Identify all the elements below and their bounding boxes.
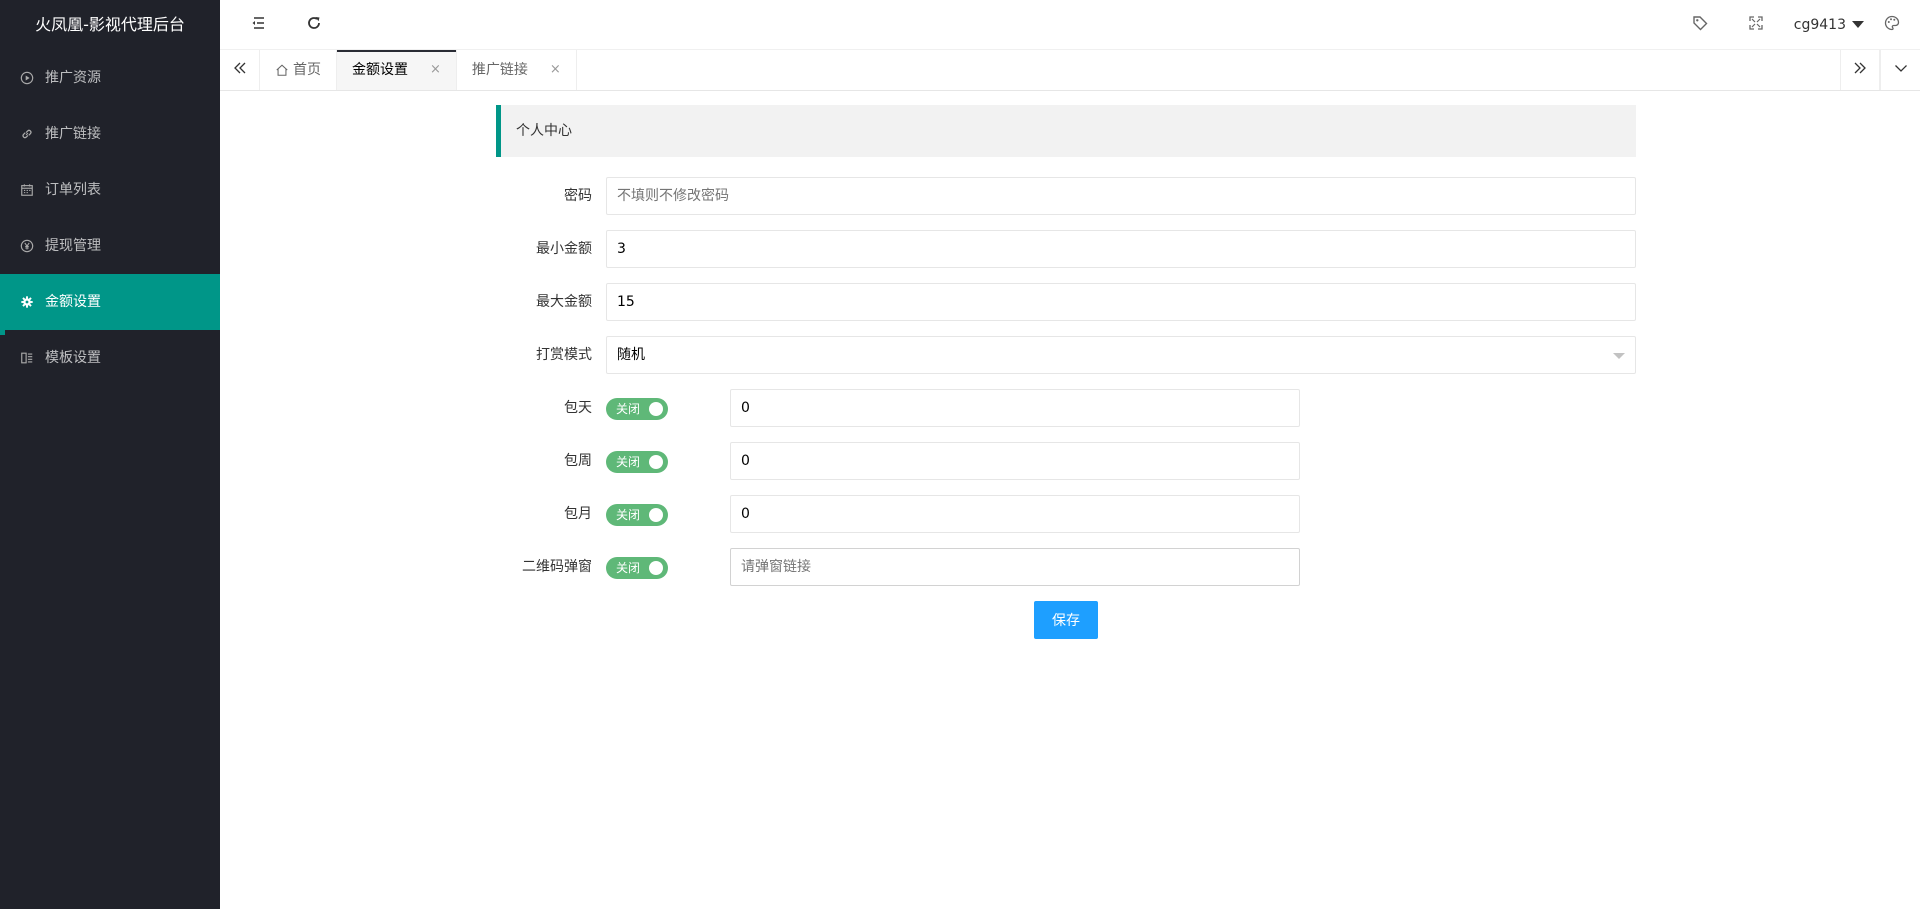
form-row-qr-popup: 二维码弹窗 关闭 xyxy=(496,548,1636,586)
double-chevron-left-icon xyxy=(232,60,248,80)
sidebar-active-indicator xyxy=(0,328,5,335)
min-amount-label: 最小金额 xyxy=(536,241,592,257)
switch-text: 关闭 xyxy=(616,455,641,469)
tabs-scroll-right-button[interactable] xyxy=(1840,50,1880,90)
switch-knob xyxy=(649,561,663,575)
tab-home[interactable]: 首页 xyxy=(260,50,337,90)
sidebar-item-label: 提现管理 xyxy=(45,238,101,254)
username: cg9413 xyxy=(1793,17,1846,33)
sidebar: 火凤凰-影视代理后台 推广资源 推广链接 订单列表 提现管理 金额设置 模板设置 xyxy=(0,0,220,909)
weekly-switch[interactable]: 关闭 xyxy=(606,451,668,473)
sidebar-item-template-settings[interactable]: 模板设置 xyxy=(0,330,220,386)
reward-mode-select[interactable]: 随机 xyxy=(606,336,1636,374)
sidebar-item-promo-links[interactable]: 推广链接 xyxy=(0,106,220,162)
tabs-scroll-left-button[interactable] xyxy=(220,50,260,90)
collapse-sidebar-button[interactable] xyxy=(230,0,286,50)
caret-down-icon xyxy=(1852,21,1864,28)
tag-icon xyxy=(1691,14,1709,36)
form-row-monthly: 包月 关闭 xyxy=(496,495,1636,533)
reward-mode-label: 打赏模式 xyxy=(536,347,592,363)
refresh-icon xyxy=(305,14,323,36)
save-button[interactable]: 保存 xyxy=(1034,601,1098,639)
close-icon[interactable]: × xyxy=(430,50,441,90)
sidebar-item-amount-settings[interactable]: 金额设置 xyxy=(0,274,220,330)
page-tabs: 首页 金额设置 × 推广链接 × xyxy=(260,50,577,90)
user-menu[interactable]: cg9413 xyxy=(1794,0,1864,50)
daily-label: 包天 xyxy=(564,400,592,416)
refresh-button[interactable] xyxy=(286,0,342,50)
daily-switch[interactable]: 关闭 xyxy=(606,398,668,420)
switch-knob xyxy=(649,455,663,469)
chevron-down-icon xyxy=(1893,60,1909,80)
qr-popup-label: 二维码弹窗 xyxy=(522,559,592,575)
fullscreen-icon xyxy=(1747,14,1765,36)
daily-price-input[interactable] xyxy=(730,389,1300,427)
tag-button[interactable] xyxy=(1672,0,1728,50)
tab-promo-links[interactable]: 推广链接 × xyxy=(457,50,577,90)
max-amount-label: 最大金额 xyxy=(536,294,592,310)
switch-text: 关闭 xyxy=(616,508,641,522)
fullscreen-button[interactable] xyxy=(1728,0,1784,50)
switch-text: 关闭 xyxy=(616,402,641,416)
template-icon xyxy=(20,351,34,365)
play-circle-icon xyxy=(20,71,34,85)
panel-title: 个人中心 xyxy=(496,105,1636,157)
yen-icon xyxy=(20,239,34,253)
password-label: 密码 xyxy=(564,188,592,204)
page-tabs-bar: 首页 金额设置 × 推广链接 × xyxy=(220,50,1920,91)
monthly-label: 包月 xyxy=(564,506,592,522)
tab-label: 推广链接 xyxy=(471,62,528,78)
sidebar-item-promo-resources[interactable]: 推广资源 xyxy=(0,50,220,106)
form-row-daily: 包天 关闭 xyxy=(496,389,1636,427)
top-header: cg9413 xyxy=(220,0,1920,50)
tab-amount-settings[interactable]: 金额设置 × xyxy=(337,50,457,90)
weekly-label: 包周 xyxy=(564,453,592,469)
sidebar-item-label: 金额设置 xyxy=(45,294,101,310)
sidebar-item-withdraw-management[interactable]: 提现管理 xyxy=(0,218,220,274)
qr-popup-switch[interactable]: 关闭 xyxy=(606,557,668,579)
qr-popup-link-input[interactable] xyxy=(730,548,1300,586)
sidebar-item-order-list[interactable]: 订单列表 xyxy=(0,162,220,218)
switch-knob xyxy=(649,402,663,416)
tab-label: 首页 xyxy=(293,62,321,78)
sidebar-item-label: 订单列表 xyxy=(45,182,101,198)
select-arrow-icon xyxy=(1613,353,1625,359)
sidebar-item-label: 模板设置 xyxy=(45,350,101,366)
palette-icon xyxy=(1883,14,1901,36)
form-row-min-amount: 最小金额 xyxy=(496,230,1636,268)
password-input[interactable] xyxy=(606,177,1636,215)
calendar-icon xyxy=(20,183,34,197)
switch-text: 关闭 xyxy=(616,561,641,575)
menu-fold-icon xyxy=(249,14,267,36)
double-chevron-right-icon xyxy=(1852,60,1868,80)
monthly-price-input[interactable] xyxy=(730,495,1300,533)
form-row-password: 密码 xyxy=(496,177,1636,215)
monthly-switch[interactable]: 关闭 xyxy=(606,504,668,526)
sidebar-item-label: 推广链接 xyxy=(45,126,101,142)
form-row-weekly: 包周 关闭 xyxy=(496,442,1636,480)
app-logo-title: 火凤凰-影视代理后台 xyxy=(35,15,185,34)
weekly-price-input[interactable] xyxy=(730,442,1300,480)
switch-knob xyxy=(649,508,663,522)
form-row-reward-mode: 打赏模式 随机 xyxy=(496,336,1636,374)
tab-label: 金额设置 xyxy=(352,62,408,78)
theme-button[interactable] xyxy=(1864,0,1920,50)
link-icon xyxy=(20,127,34,141)
max-amount-input[interactable] xyxy=(606,283,1636,321)
gear-icon xyxy=(20,295,34,309)
sidebar-item-label: 推广资源 xyxy=(45,70,101,86)
close-icon[interactable]: × xyxy=(550,50,561,90)
reward-mode-value: 随机 xyxy=(617,347,645,363)
tabs-menu-button[interactable] xyxy=(1880,50,1920,90)
home-icon xyxy=(276,64,288,76)
form-row-max-amount: 最大金额 xyxy=(496,283,1636,321)
min-amount-input[interactable] xyxy=(606,230,1636,268)
